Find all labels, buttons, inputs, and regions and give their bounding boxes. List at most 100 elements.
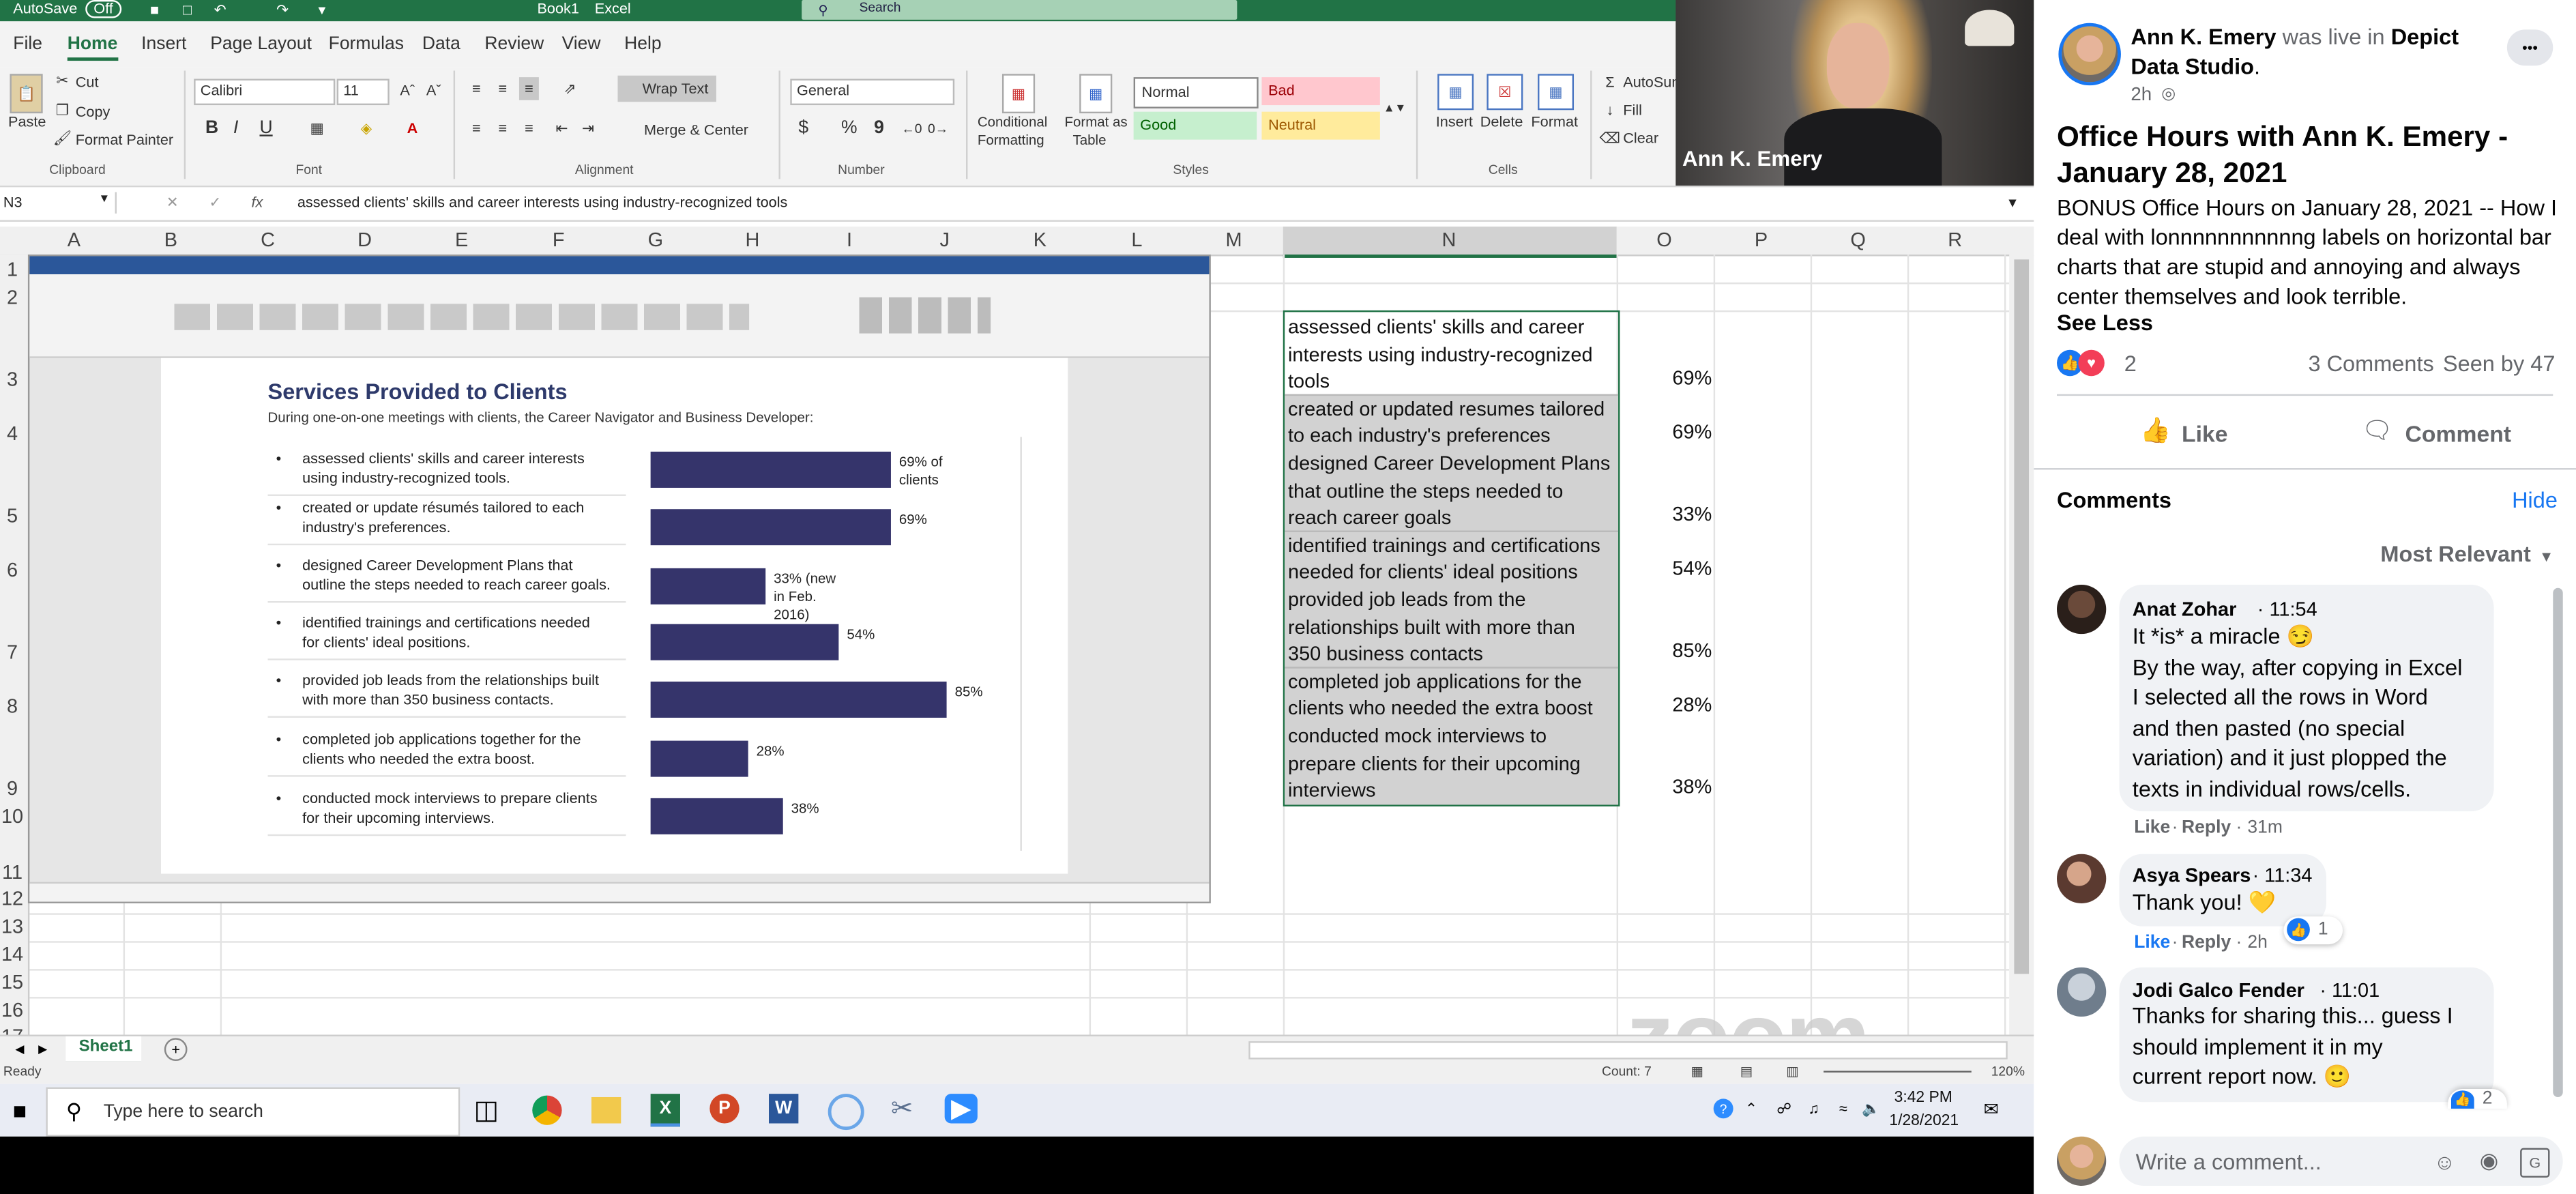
row-header[interactable]: 5	[0, 504, 25, 527]
format-cells-icon[interactable]: ▦	[1538, 74, 1575, 111]
author-avatar[interactable]	[2058, 23, 2121, 86]
align-right-icon[interactable]: ≡	[519, 117, 539, 140]
tab-home[interactable]: Home	[67, 35, 118, 61]
taskbar-time[interactable]: 3:42 PM	[1894, 1089, 1952, 1107]
column-header[interactable]: C	[251, 229, 284, 252]
percent-cell[interactable]: 85%	[1626, 639, 1712, 662]
undo-icon[interactable]: ↶	[210, 0, 230, 20]
borders-icon[interactable]: ▦	[306, 117, 329, 140]
wifi-icon[interactable]: ≈	[1834, 1098, 1854, 1118]
start-icon[interactable]: ■	[7, 1097, 33, 1124]
font-size-select[interactable]: 11	[336, 78, 390, 106]
commenter-name[interactable]: Asya Spears	[2133, 864, 2251, 887]
column-header[interactable]: O	[1648, 229, 1680, 252]
customize-qat-icon[interactable]: ▾	[312, 0, 332, 20]
comment-reactions[interactable]: 👍 2	[2448, 1088, 2507, 1109]
bottom-align-icon[interactable]: ≡	[518, 77, 539, 100]
hide-comments-link[interactable]: Hide	[2512, 488, 2558, 512]
column-header[interactable]: D	[349, 229, 381, 252]
percent-cell[interactable]: 28%	[1626, 694, 1712, 717]
merge-center-button[interactable]: Merge & Center	[644, 121, 748, 138]
next-sheet-icon[interactable]: ▶	[36, 1040, 49, 1060]
decrease-font-icon[interactable]: Aˇ	[424, 79, 443, 102]
task-view-icon[interactable]: ◫	[473, 1097, 500, 1125]
row-header[interactable]: 7	[0, 641, 25, 664]
percent-cell[interactable]: 69%	[1626, 366, 1712, 390]
style-neutral[interactable]: Neutral	[1261, 111, 1380, 140]
fill-icon[interactable]: ↓	[1602, 100, 1618, 120]
chrome-icon[interactable]	[532, 1095, 562, 1125]
tab-view[interactable]: View	[562, 35, 601, 55]
sort-comments-select[interactable]: Most Relevant	[2380, 542, 2530, 566]
zoom-slider[interactable]	[1824, 1071, 1972, 1073]
pasted-word-screenshot[interactable]: Services Provided to Clients During one-…	[27, 254, 1211, 903]
help-tray-icon[interactable]: ?	[1713, 1098, 1733, 1119]
insert-cells-icon[interactable]: ▦	[1437, 74, 1474, 111]
column-header[interactable]: F	[542, 229, 575, 252]
wrap-text-button[interactable]: Wrap Text	[617, 75, 716, 102]
row-header[interactable]: 9	[0, 777, 25, 800]
commenter-name[interactable]: Jodi Galco Fender	[2133, 979, 2304, 1002]
row-header[interactable]: 1	[0, 258, 25, 281]
format-cells-button[interactable]: Format	[1531, 113, 1578, 130]
autosum-icon[interactable]: Σ	[1602, 72, 1618, 92]
comment-reply-link[interactable]: Reply	[2182, 933, 2231, 952]
conditional-formatting-icon[interactable]: ▦	[1001, 74, 1036, 114]
my-avatar[interactable]	[2057, 1136, 2107, 1186]
styles-scroll-icon[interactable]: ▲▼	[1384, 77, 1406, 139]
volume-icon[interactable]: 🔈	[1861, 1098, 1881, 1118]
vertical-scrollbar[interactable]	[2009, 227, 2034, 1035]
style-good[interactable]: Good	[1133, 111, 1257, 140]
author-name[interactable]: Ann K. Emery	[2131, 25, 2276, 49]
commenter-name[interactable]: Anat Zohar	[2133, 598, 2237, 621]
row-header[interactable]: 13	[0, 915, 25, 938]
snipping-tool-icon[interactable]: ✂	[887, 1094, 916, 1124]
like-button[interactable]: 👍 Like	[2133, 411, 2281, 454]
gif-icon[interactable]: G	[2520, 1148, 2550, 1178]
orientation-icon[interactable]: ⇗	[559, 77, 582, 100]
style-normal[interactable]: Normal	[1133, 77, 1259, 108]
column-header[interactable]: R	[1939, 229, 1972, 252]
percent-cell[interactable]: 69%	[1626, 421, 1712, 444]
microphone-tray-icon[interactable]: ♫	[1804, 1098, 1824, 1118]
increase-indent-icon[interactable]: ⇥	[579, 117, 598, 140]
percent-button[interactable]: %	[841, 118, 858, 138]
column-header[interactable]: A	[57, 229, 90, 252]
taskbar-search[interactable]: ⚲ Type here to search	[46, 1087, 460, 1137]
powerpoint-icon[interactable]: P	[709, 1094, 740, 1124]
excel-icon[interactable]: X	[650, 1094, 680, 1127]
reaction-count[interactable]: 2	[2124, 351, 2137, 376]
insert-function-button[interactable]: fx	[251, 194, 263, 210]
add-sheet-icon[interactable]: +	[164, 1038, 188, 1062]
comment-like-link[interactable]: Like	[2134, 818, 2170, 838]
row-header[interactable]: 3	[0, 368, 25, 391]
comment-reply-link[interactable]: Reply	[2182, 818, 2231, 838]
column-header[interactable]: B	[154, 229, 187, 252]
row-header[interactable]: 12	[0, 887, 25, 910]
save-icon[interactable]: ■	[145, 0, 164, 20]
currency-button[interactable]: $	[798, 118, 808, 138]
top-align-icon[interactable]: ≡	[467, 77, 486, 100]
cortana-icon[interactable]	[828, 1094, 864, 1131]
tab-page-layout[interactable]: Page Layout	[210, 35, 312, 55]
row-header[interactable]: 2	[0, 286, 25, 309]
style-bad[interactable]: Bad	[1261, 77, 1380, 106]
comments-count[interactable]: 3 Comments	[2308, 351, 2433, 376]
row-header[interactable]: 6	[0, 558, 25, 581]
hidden-icons-icon[interactable]: ⌃	[1742, 1098, 1761, 1118]
font-name-select[interactable]: Calibri	[194, 78, 336, 106]
paste-button[interactable]: Paste	[8, 113, 46, 130]
comment-input[interactable]: Write a comment... ☺ ◉ G	[2119, 1136, 2563, 1186]
horizontal-scrollbar[interactable]	[1248, 1041, 2008, 1060]
formula-input[interactable]: assessed clients' skills and career inte…	[287, 192, 2004, 214]
love-reaction-icon[interactable]: ♥	[2078, 349, 2105, 377]
expand-formula-icon[interactable]: ▼	[2004, 192, 2021, 214]
page-break-view-icon[interactable]: ▥	[1784, 1062, 1800, 1079]
comment-like-link[interactable]: Like	[2134, 933, 2170, 952]
comments-scrollbar[interactable]	[2553, 587, 2563, 1097]
row-header[interactable]: 10	[0, 805, 25, 828]
page-layout-view-icon[interactable]: ▤	[1738, 1062, 1755, 1079]
increase-font-icon[interactable]: Aˆ	[398, 79, 418, 102]
prev-sheet-icon[interactable]: ◀	[13, 1040, 26, 1060]
clear-icon[interactable]: ⌫	[1600, 128, 1621, 148]
